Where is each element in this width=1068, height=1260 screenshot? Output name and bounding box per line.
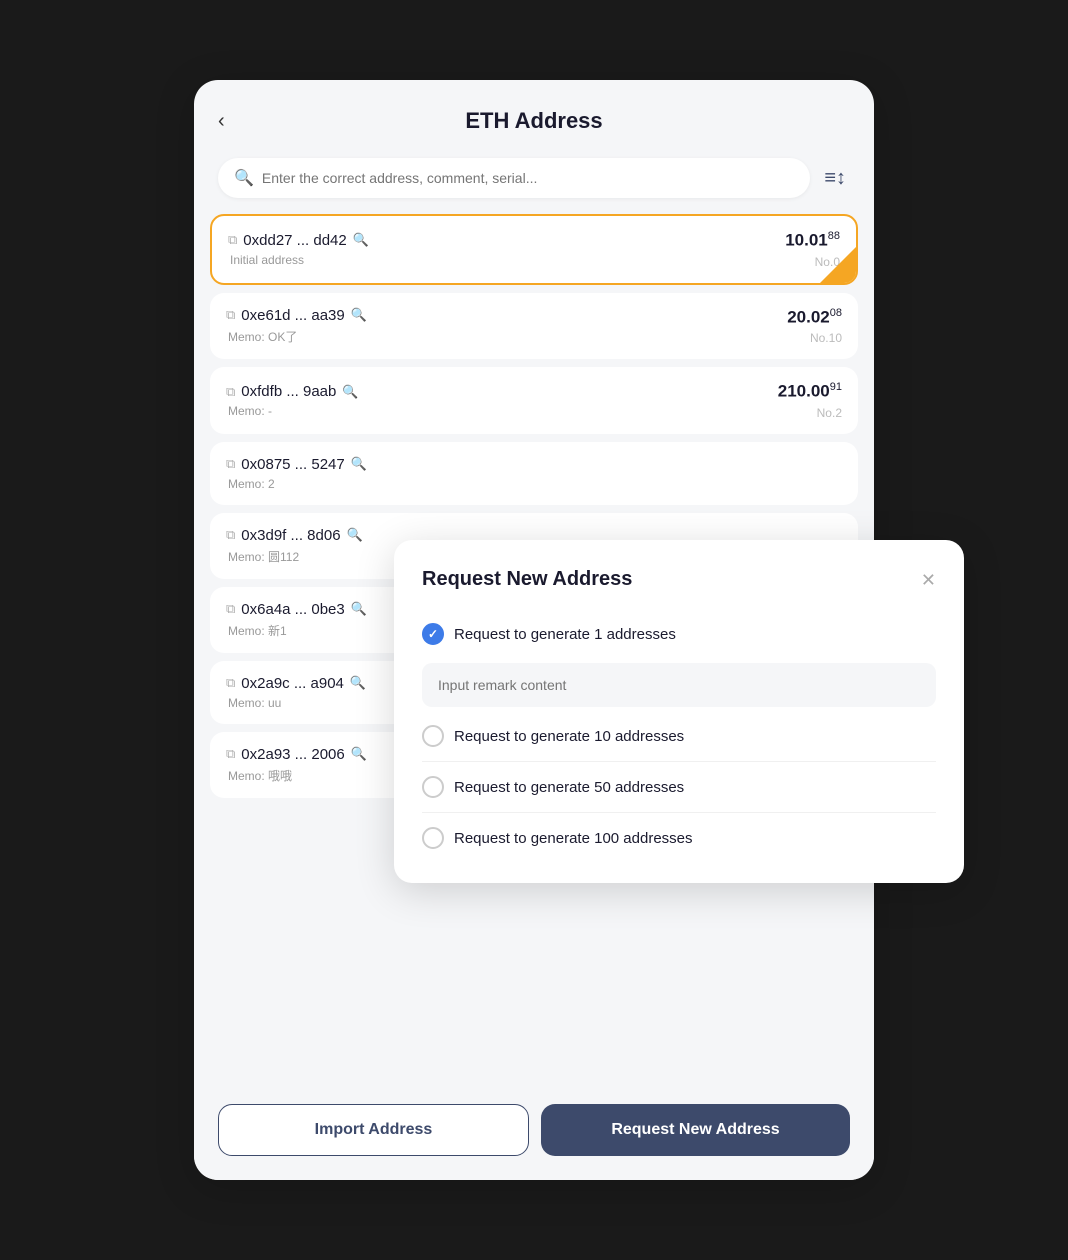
- modal-options: ✓ Request to generate 1 addresses Reques…: [422, 613, 936, 859]
- search-input[interactable]: [262, 170, 794, 186]
- address-item-left: ⧉ 0x0875 ... 5247 🔍 Memo: 2: [226, 456, 367, 491]
- copy-icon[interactable]: ⧉: [226, 746, 235, 762]
- address-row: ⧉ 0x2a9c ... a904 🔍: [226, 675, 366, 692]
- address-balance: 210.0091 No.2: [778, 381, 842, 420]
- address-item-left: ⧉ 0x6a4a ... 0be3 🔍 Memo: 新1: [226, 601, 367, 639]
- main-card: ‹ ETH Address 🔍 ≡↕ ⧉ 0xdd27 ... dd42 🔍 I…: [194, 80, 874, 1180]
- modal-header: Request New Address ✕: [422, 568, 936, 591]
- radio-circle: [422, 776, 444, 798]
- request-new-address-button[interactable]: Request New Address: [541, 1104, 850, 1156]
- search-input-wrap: 🔍: [218, 158, 810, 198]
- modal-close-button[interactable]: ✕: [921, 571, 936, 589]
- search-icon: 🔍: [234, 168, 254, 188]
- radio-option[interactable]: Request to generate 100 addresses: [422, 817, 936, 859]
- address-item-left: ⧉ 0x3d9f ... 8d06 🔍 Memo: 圆112: [226, 527, 363, 565]
- radio-check-icon: ✓: [428, 627, 438, 641]
- search-address-icon[interactable]: 🔍: [351, 307, 367, 323]
- bottom-buttons: Import Address Request New Address: [194, 1088, 874, 1180]
- address-item-left: ⧉ 0xe61d ... aa39 🔍 Memo: OK了: [226, 307, 367, 345]
- address-row: ⧉ 0xdd27 ... dd42 🔍: [228, 232, 369, 249]
- address-item[interactable]: ⧉ 0xe61d ... aa39 🔍 Memo: OK了 20.0208 No…: [210, 293, 858, 360]
- address-text: 0xdd27 ... dd42: [243, 232, 346, 249]
- radio-label: Request to generate 100 addresses: [454, 830, 693, 847]
- copy-icon[interactable]: ⧉: [226, 456, 235, 472]
- memo-text: Memo: 哦哦: [226, 767, 367, 784]
- search-address-icon[interactable]: 🔍: [347, 527, 363, 543]
- no-label: No.2: [817, 406, 842, 420]
- radio-label: Request to generate 10 addresses: [454, 728, 684, 745]
- import-address-button[interactable]: Import Address: [218, 1104, 529, 1156]
- address-row: ⧉ 0x2a93 ... 2006 🔍: [226, 746, 367, 763]
- address-row: ⧉ 0xfdfb ... 9aab 🔍: [226, 383, 359, 400]
- address-item-left: ⧉ 0x2a93 ... 2006 🔍 Memo: 哦哦: [226, 746, 367, 784]
- address-balance: 20.0208 No.10: [787, 307, 842, 346]
- remark-input[interactable]: [422, 663, 936, 707]
- balance-amount: 210.0091: [778, 381, 842, 402]
- address-row: ⧉ 0xe61d ... aa39 🔍: [226, 307, 367, 324]
- address-row: ⧉ 0x3d9f ... 8d06 🔍: [226, 527, 363, 544]
- active-corner: [820, 247, 856, 283]
- address-text: 0x2a9c ... a904: [241, 675, 344, 692]
- memo-text: Memo: 圆112: [226, 548, 363, 565]
- address-item-left: ⧉ 0x2a9c ... a904 🔍 Memo: uu: [226, 675, 366, 710]
- balance-amount: 20.0208: [787, 307, 842, 328]
- memo-text: Memo: 2: [226, 477, 367, 491]
- copy-icon[interactable]: ⧉: [226, 675, 235, 691]
- address-text: 0x0875 ... 5247: [241, 456, 344, 473]
- search-bar: 🔍 ≡↕: [218, 158, 850, 198]
- memo-text: Memo: 新1: [226, 622, 367, 639]
- address-text: 0x6a4a ... 0be3: [241, 601, 344, 618]
- memo-text: Memo: uu: [226, 696, 366, 710]
- copy-icon[interactable]: ⧉: [226, 601, 235, 617]
- address-item[interactable]: ⧉ 0x0875 ... 5247 🔍 Memo: 2: [210, 442, 858, 505]
- search-address-icon[interactable]: 🔍: [351, 456, 367, 472]
- memo-text: Memo: OK了: [226, 328, 367, 345]
- address-item[interactable]: ⧉ 0xdd27 ... dd42 🔍 Initial address 10.0…: [210, 214, 858, 285]
- radio-label: Request to generate 50 addresses: [454, 779, 684, 796]
- memo-text: Initial address: [228, 253, 369, 267]
- address-item[interactable]: ⧉ 0xfdfb ... 9aab 🔍 Memo: - 210.0091 No.…: [210, 367, 858, 434]
- modal-title: Request New Address: [422, 568, 632, 591]
- address-text: 0xe61d ... aa39: [241, 307, 344, 324]
- divider: [422, 812, 936, 813]
- search-address-icon[interactable]: 🔍: [350, 675, 366, 691]
- copy-icon[interactable]: ⧉: [226, 307, 235, 323]
- divider: [422, 761, 936, 762]
- radio-label: Request to generate 1 addresses: [454, 626, 676, 643]
- copy-icon[interactable]: ⧉: [226, 384, 235, 400]
- search-address-icon[interactable]: 🔍: [351, 746, 367, 762]
- radio-circle: [422, 827, 444, 849]
- request-new-address-modal: Request New Address ✕ ✓ Request to gener…: [394, 540, 964, 883]
- radio-circle: ✓: [422, 623, 444, 645]
- address-row: ⧉ 0x6a4a ... 0be3 🔍: [226, 601, 367, 618]
- search-address-icon[interactable]: 🔍: [351, 601, 367, 617]
- copy-icon[interactable]: ⧉: [228, 232, 237, 248]
- address-text: 0x3d9f ... 8d06: [241, 527, 340, 544]
- radio-circle: [422, 725, 444, 747]
- address-text: 0x2a93 ... 2006: [241, 746, 344, 763]
- search-address-icon[interactable]: 🔍: [342, 384, 358, 400]
- back-button[interactable]: ‹: [218, 111, 225, 131]
- address-row: ⧉ 0x0875 ... 5247 🔍: [226, 456, 367, 473]
- radio-option[interactable]: Request to generate 10 addresses: [422, 715, 936, 757]
- filter-button[interactable]: ≡↕: [820, 163, 850, 194]
- radio-option[interactable]: Request to generate 50 addresses: [422, 766, 936, 808]
- search-address-icon[interactable]: 🔍: [353, 232, 369, 248]
- header: ‹ ETH Address: [194, 80, 874, 150]
- address-text: 0xfdfb ... 9aab: [241, 383, 336, 400]
- copy-icon[interactable]: ⧉: [226, 527, 235, 543]
- radio-option[interactable]: ✓ Request to generate 1 addresses: [422, 613, 936, 655]
- page-title: ETH Address: [465, 108, 602, 134]
- address-item-left: ⧉ 0xfdfb ... 9aab 🔍 Memo: -: [226, 383, 359, 418]
- address-item-left: ⧉ 0xdd27 ... dd42 🔍 Initial address: [228, 232, 369, 267]
- no-label: No.10: [810, 331, 842, 345]
- memo-text: Memo: -: [226, 404, 359, 418]
